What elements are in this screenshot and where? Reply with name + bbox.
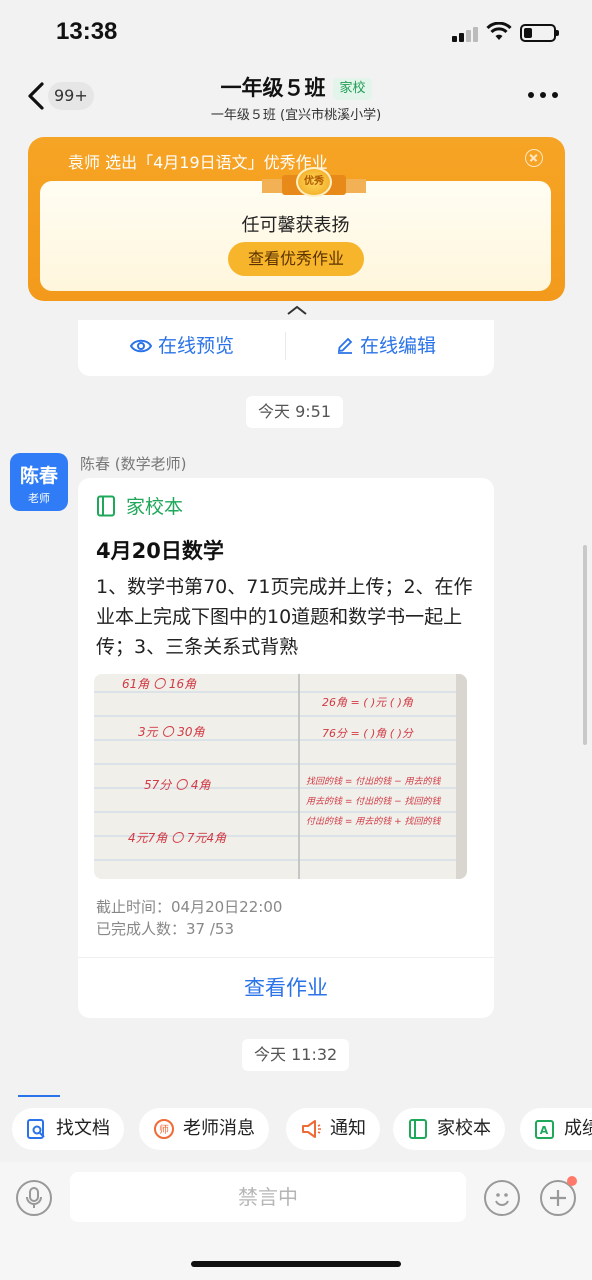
class-name: 一年级５班 [220, 76, 326, 100]
sender-name: 陈春 (数学老师) [80, 455, 187, 473]
excellent-homework-banner: 袁师 选出「4月19日语文」优秀作业 优秀 任可馨获表扬 查看优秀作业 [28, 137, 565, 301]
chat-subtitle: 一年级５班 (宜兴市桃溪小学) [210, 108, 382, 123]
voice-input-button[interactable] [16, 1180, 52, 1216]
shortcut-bar: 找文档 师 老师消息 通知 家校本 A 成绩 [0, 1104, 592, 1158]
chat-title[interactable]: 一年级５班 家校 [0, 72, 592, 102]
edit-pencil-icon [337, 337, 353, 354]
previous-message-card: 在线预览 在线编辑 [78, 320, 494, 376]
handwritten-line: 61角 〇 16角 [122, 677, 197, 691]
view-homework-button[interactable]: 查看作业 [78, 958, 494, 1018]
more-options-button[interactable] [526, 92, 560, 100]
medal-badge: 优秀 [296, 167, 332, 197]
status-bar: 13:38 [0, 0, 592, 66]
chat-header: 99+ 一年级５班 家校 一年级５班 (宜兴市桃溪小学) [0, 66, 592, 128]
shortcut-grades[interactable]: A 成绩 [520, 1108, 592, 1150]
document-search-icon [27, 1119, 45, 1139]
close-icon[interactable] [525, 149, 543, 167]
chip-label: 找文档 [56, 1118, 110, 1139]
handwritten-line: 57分 〇 4角 [144, 778, 212, 792]
medal-ribbon-icon: 优秀 [258, 167, 370, 199]
cellular-signal-icon [452, 26, 480, 42]
teacher-message-icon: 师 [154, 1119, 174, 1139]
divider [285, 332, 286, 360]
plus-icon [550, 1190, 566, 1206]
chevron-up-icon[interactable] [286, 304, 308, 316]
grade-icon: A [535, 1120, 554, 1139]
praise-card: 优秀 任可馨获表扬 查看优秀作业 [40, 167, 551, 291]
timestamp: 今天 9:51 [246, 396, 344, 428]
avatar-name: 陈春 [19, 465, 58, 487]
homework-deadline: 截止时间：04月20日22:00 [96, 898, 283, 916]
svg-text:A: A [540, 1124, 549, 1137]
homework-description: 1、数学书第70、71页完成并上传；2、在作业本上完成下图中的10道题和数学书一… [96, 576, 473, 658]
handwritten-line: 找回的钱 = 付出的钱 − 用去的钱 [306, 776, 442, 787]
handwritten-line: 3元 〇 30角 [138, 725, 206, 739]
emoji-button[interactable] [484, 1180, 520, 1216]
status-time: 13:38 [56, 18, 118, 45]
notification-dot [567, 1176, 577, 1186]
scrollbar[interactable] [583, 545, 587, 745]
home-school-tag: 家校本 [96, 494, 183, 520]
notebook-icon [97, 495, 115, 517]
timestamp: 今天 11:32 [242, 1039, 350, 1071]
notebook-page-image: 61角 〇 16角 3元 〇 30角 57分 〇 4角 4元7角 〇 7元4角 … [94, 674, 467, 879]
tag-label: 家校本 [126, 496, 184, 518]
handwritten-line: 付出的钱 = 用去的钱 + 找回的钱 [306, 816, 442, 827]
shortcut-teacher-messages[interactable]: 师 老师消息 [139, 1108, 269, 1150]
megaphone-icon [302, 1120, 321, 1138]
online-edit-label: 在线编辑 [360, 335, 437, 357]
handwritten-line: 用去的钱 = 付出的钱 − 找回的钱 [306, 796, 442, 807]
chip-label: 老师消息 [183, 1118, 255, 1139]
online-preview-label: 在线预览 [158, 335, 235, 357]
shortcut-notifications[interactable]: 通知 [286, 1108, 380, 1150]
message-input[interactable]: 禁言中 [70, 1172, 466, 1222]
shortcut-find-documents[interactable]: 找文档 [12, 1108, 124, 1150]
handwritten-line: 76分 = ( )角 ( )分 [322, 727, 414, 740]
microphone-icon [26, 1187, 42, 1208]
scroll-indicator [18, 1095, 60, 1097]
shortcut-home-school-book[interactable]: 家校本 [393, 1108, 505, 1150]
praise-message: 任可馨获表扬 [241, 215, 350, 236]
homework-photo[interactable]: 61角 〇 16角 3元 〇 30角 57分 〇 4角 4元7角 〇 7元4角 … [94, 674, 467, 879]
completion-count: 已完成人数：37 /53 [96, 920, 234, 938]
battery-icon [520, 24, 559, 42]
chip-label: 成绩 [564, 1118, 592, 1139]
svg-text:师: 师 [159, 1123, 169, 1136]
handwritten-line: 4元7角 〇 7元4角 [128, 831, 227, 845]
online-edit-button[interactable]: 在线编辑 [336, 332, 436, 360]
home-indicator[interactable] [191, 1261, 401, 1267]
chip-label: 家校本 [437, 1118, 491, 1139]
chip-label: 通知 [330, 1118, 366, 1139]
homework-message-card[interactable]: 家校本 4月20日数学 1、数学书第70、71页完成并上传；2、在作业本上完成下… [78, 478, 494, 1018]
avatar[interactable]: 陈春 老师 [10, 453, 68, 511]
banner-headline: 袁师 选出「4月19日语文」优秀作业 [68, 153, 328, 172]
notebook-icon [409, 1119, 427, 1139]
input-bar: 禁言中 [0, 1162, 592, 1280]
online-preview-button[interactable]: 在线预览 [129, 332, 235, 360]
view-excellent-homework-button[interactable]: 查看优秀作业 [228, 242, 364, 276]
wifi-icon [486, 22, 512, 40]
avatar-role: 老师 [28, 492, 50, 505]
group-type-tag: 家校 [333, 78, 372, 100]
handwritten-line: 26角 = ( )元 ( )角 [322, 696, 414, 709]
eye-icon [129, 339, 153, 353]
smiley-icon [495, 1193, 509, 1206]
chat-messages[interactable]: 在线预览 在线编辑 今天 9:51 陈春 老师 陈春 (数学老师) 家校本 4月… [0, 320, 592, 1110]
homework-title: 4月20日数学 [96, 539, 224, 563]
battery-level [524, 28, 532, 38]
